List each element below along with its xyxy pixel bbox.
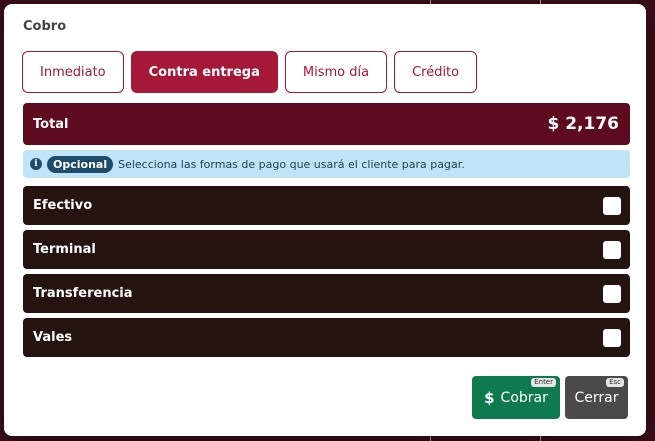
cobrar-button[interactable]: Enter $ Cobrar — [472, 376, 560, 419]
info-message: Selecciona las formas de pago que usará … — [118, 157, 465, 171]
info-icon: i — [30, 158, 42, 170]
esc-shortcut-hint: Esc — [606, 378, 624, 387]
payment-method-label: Transferencia — [33, 286, 133, 301]
payment-method-vales[interactable]: Vales — [23, 318, 630, 357]
payment-modal: Cobro Inmediato Contra entrega Mismo día… — [4, 4, 646, 436]
checkbox-vales[interactable] — [603, 328, 621, 347]
payment-method-label: Terminal — [33, 242, 96, 257]
payment-methods-list: Efectivo Terminal Transferencia Vales — [23, 186, 630, 362]
total-bar: Total $ 2,176 — [23, 103, 630, 145]
enter-shortcut-hint: Enter — [531, 378, 556, 387]
tab-inmediato[interactable]: Inmediato — [22, 51, 124, 93]
modal-title: Cobro — [23, 19, 67, 34]
payment-method-efectivo[interactable]: Efectivo — [23, 186, 630, 225]
payment-method-terminal[interactable]: Terminal — [23, 230, 630, 269]
total-amount: $ 2,176 — [547, 114, 619, 134]
payment-method-label: Vales — [33, 330, 73, 345]
info-alert: i Opcional Selecciona las formas de pago… — [23, 150, 630, 178]
optional-badge: Opcional — [47, 155, 114, 173]
dollar-icon: $ — [484, 388, 495, 407]
cerrar-label: Cerrar — [574, 389, 619, 406]
checkbox-transferencia[interactable] — [603, 284, 621, 303]
checkbox-terminal[interactable] — [603, 240, 621, 259]
payment-method-label: Efectivo — [33, 198, 93, 213]
payment-type-tabs: Inmediato Contra entrega Mismo día Crédi… — [22, 51, 478, 93]
cobrar-label: Cobrar — [500, 389, 548, 406]
tab-contra-entrega[interactable]: Contra entrega — [130, 51, 278, 93]
total-label: Total — [33, 116, 69, 132]
tab-mismo-dia[interactable]: Mismo día — [284, 51, 388, 93]
checkbox-efectivo[interactable] — [603, 196, 621, 215]
cerrar-button[interactable]: Esc Cerrar — [565, 376, 628, 419]
payment-method-transferencia[interactable]: Transferencia — [23, 274, 630, 313]
tab-credito[interactable]: Crédito — [394, 51, 478, 93]
modal-footer: Enter $ Cobrar Esc Cerrar — [472, 376, 628, 419]
